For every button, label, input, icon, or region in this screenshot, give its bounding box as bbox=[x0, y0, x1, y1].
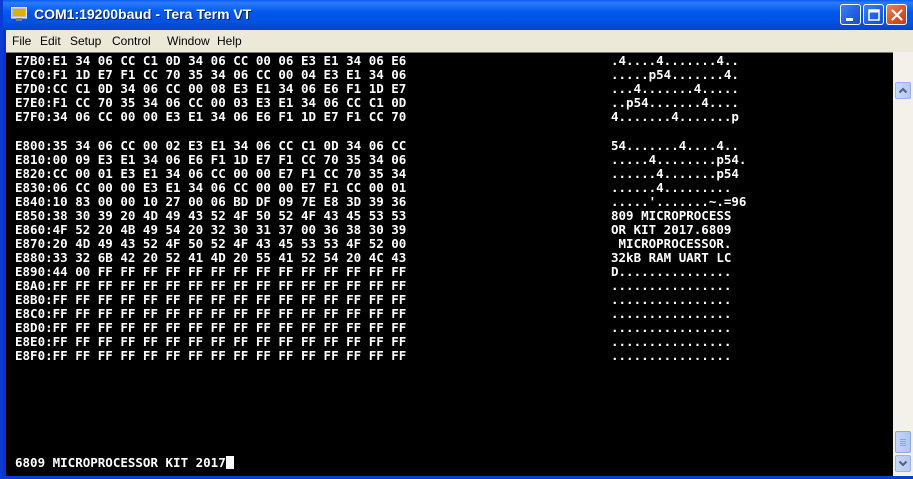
maximize-icon bbox=[868, 9, 880, 21]
menu-file[interactable]: File bbox=[12, 34, 31, 48]
dump-hex: E7B0:E1 34 06 CC C1 0D 34 06 CC 00 06 E3… bbox=[15, 53, 407, 68]
window-title: COM1:19200baud - Tera Term VT bbox=[34, 6, 252, 22]
scroll-down-button[interactable] bbox=[895, 455, 911, 472]
dump-ascii: OR KIT 2017.6809 bbox=[611, 222, 732, 237]
dump-hex: E810:00 09 E3 E1 34 06 E6 F1 1D E7 F1 CC… bbox=[15, 152, 407, 167]
dump-ascii: ..p54.......4.... bbox=[611, 95, 739, 110]
dump-ascii: ................ bbox=[611, 334, 732, 349]
text-cursor bbox=[225, 456, 234, 469]
dump-hex: E870:20 4D 49 43 52 4F 50 52 4F 43 45 53… bbox=[15, 236, 407, 251]
dump-ascii: ................ bbox=[611, 348, 732, 363]
dump-ascii: ......4......... bbox=[611, 180, 732, 195]
dump-ascii: 32kB RAM UART LC bbox=[611, 250, 732, 265]
grip-line bbox=[900, 445, 906, 446]
dump-hex: E7F0:34 06 CC 00 00 E3 E1 34 06 E6 F1 1D… bbox=[15, 109, 407, 124]
dump-hex: E830:06 CC 00 00 E3 E1 34 06 CC 00 00 E7… bbox=[15, 180, 407, 195]
dump-hex: E820:CC 00 01 E3 E1 34 06 CC 00 00 E7 F1… bbox=[15, 166, 407, 181]
menu-setup[interactable]: Setup bbox=[70, 34, 101, 48]
dump-hex: E840:10 83 00 00 10 27 00 06 BD DF 09 7E… bbox=[15, 194, 407, 209]
dump-ascii: ................ bbox=[611, 278, 732, 293]
dump-hex: E7E0:F1 CC 70 35 34 06 CC 00 03 E3 E1 34… bbox=[15, 95, 407, 110]
close-icon bbox=[891, 9, 903, 21]
scroll-up-button[interactable] bbox=[895, 82, 911, 99]
vertical-scrollbar[interactable] bbox=[893, 52, 913, 476]
dump-hex: E800:35 34 06 CC 00 02 E3 E1 34 06 CC C1… bbox=[15, 138, 407, 153]
dump-hex: E7C0:F1 1D E7 F1 CC 70 35 34 06 CC 00 04… bbox=[15, 67, 407, 82]
dump-ascii: ...4.......4..... bbox=[611, 81, 739, 96]
dump-hex: E7D0:CC C1 0D 34 06 CC 00 08 E3 E1 34 06… bbox=[15, 81, 407, 96]
dump-hex: E8F0:FF FF FF FF FF FF FF FF FF FF FF FF… bbox=[15, 348, 407, 363]
command-text: 6809 MICROPROCESSOR KIT 2017 bbox=[15, 455, 226, 470]
dump-hex: E850:38 30 39 20 4D 49 43 52 4F 50 52 4F… bbox=[15, 208, 407, 223]
dump-hex: E8B0:FF FF FF FF FF FF FF FF FF FF FF FF… bbox=[15, 292, 407, 307]
dump-ascii: ................ bbox=[611, 320, 732, 335]
dump-ascii: ................ bbox=[611, 292, 732, 307]
dump-hex: E890:44 00 FF FF FF FF FF FF FF FF FF FF… bbox=[15, 264, 407, 279]
dump-ascii: .....p54.......4. bbox=[611, 67, 739, 82]
dump-ascii: .....'.......~.=96 bbox=[611, 194, 747, 209]
dump-ascii: .4....4.......4.. bbox=[611, 53, 739, 68]
dump-hex: E8C0:FF FF FF FF FF FF FF FF FF FF FF FF… bbox=[15, 306, 407, 321]
scroll-thumb[interactable] bbox=[895, 431, 911, 453]
dump-hex: E8E0:FF FF FF FF FF FF FF FF FF FF FF FF… bbox=[15, 334, 407, 349]
minimize-button[interactable] bbox=[840, 4, 861, 25]
dump-ascii: ......4.......p54 bbox=[611, 166, 739, 181]
dump-ascii: ................ bbox=[611, 306, 732, 321]
menu-control[interactable]: Control bbox=[112, 34, 151, 48]
menu-bar: File Edit Setup Control Window Help bbox=[6, 30, 913, 52]
dump-ascii: MICROPROCESSOR. bbox=[611, 236, 732, 251]
teraterm-window: COM1:19200baud - Tera Term VT File Edit … bbox=[0, 0, 913, 479]
scroll-down-icon bbox=[898, 460, 908, 467]
scroll-up-icon bbox=[898, 87, 908, 94]
menu-help[interactable]: Help bbox=[217, 34, 242, 48]
dump-ascii: 809 MICROPROCESS bbox=[611, 208, 732, 223]
dump-hex: E880:33 32 6B 42 20 52 41 4D 20 55 41 52… bbox=[15, 250, 407, 265]
grip-line bbox=[900, 443, 906, 444]
dump-hex: E8D0:FF FF FF FF FF FF FF FF FF FF FF FF… bbox=[15, 320, 407, 335]
dump-hex: E8A0:FF FF FF FF FF FF FF FF FF FF FF FF… bbox=[15, 278, 407, 293]
maximize-button[interactable] bbox=[863, 4, 884, 25]
command-line[interactable]: 6809 MICROPROCESSOR KIT 2017 bbox=[15, 456, 234, 470]
grip-line bbox=[900, 439, 906, 440]
dump-hex: E860:4F 52 20 4B 49 54 20 32 30 31 37 00… bbox=[15, 222, 407, 237]
dump-ascii: D............... bbox=[611, 264, 732, 279]
dump-ascii: 4.......4.......p bbox=[611, 109, 739, 124]
close-button[interactable] bbox=[886, 4, 907, 25]
menu-window[interactable]: Window bbox=[167, 34, 210, 48]
dump-ascii: 54.......4....4.. bbox=[611, 138, 739, 153]
dump-ascii: .....4........p54. bbox=[611, 152, 747, 167]
title-bar[interactable]: COM1:19200baud - Tera Term VT bbox=[3, 0, 913, 30]
grip-line bbox=[900, 441, 906, 442]
terminal-screen[interactable]: E7B0:E1 34 06 CC C1 0D 34 06 CC 00 06 E3… bbox=[6, 52, 893, 476]
teraterm-app-icon[interactable] bbox=[10, 6, 28, 21]
minimize-icon bbox=[846, 18, 853, 21]
menu-edit[interactable]: Edit bbox=[40, 34, 61, 48]
